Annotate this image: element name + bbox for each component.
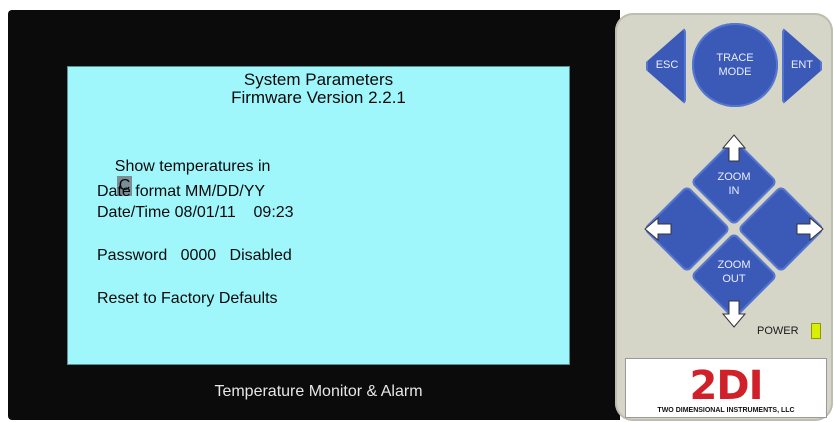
zoom-in-label-line2: IN [728, 185, 740, 197]
logo-mark: 2DI [689, 363, 764, 409]
temperature-unit-label: Show temperatures in [114, 158, 271, 175]
reset-defaults-row[interactable]: Reset to Factory Defaults [97, 290, 278, 308]
power-label: POWER [757, 325, 799, 337]
zoom-out-label-line2: OUT [722, 273, 746, 285]
zoom-out-label-line1: ZOOM [717, 259, 751, 271]
brand-logo: 2DI TWO DIMENSIONAL INSTRUMENTS, LLC [625, 358, 827, 418]
keypad-panel: ESC TRACE MODE ENT ZOOM IN ZOOM OUT POWE… [615, 13, 833, 421]
lcd-screen: System Parameters Firmware Version 2.2.1… [67, 66, 570, 365]
logo-company-name: TWO DIMENSIONAL INSTRUMENTS, LLC [657, 407, 795, 414]
down-arrow-icon [721, 300, 747, 328]
firmware-version: Firmware Version 2.2.1 [231, 88, 406, 107]
up-arrow-icon [721, 134, 747, 162]
power-led-icon [811, 323, 821, 339]
date-format-row[interactable]: Date format MM/DD/YY [97, 183, 265, 201]
left-arrow-icon [644, 216, 672, 242]
date-time-row[interactable]: Date/Time 08/01/11 09:23 [97, 204, 294, 222]
password-row[interactable]: Password 0000 Disabled [97, 247, 292, 265]
zoom-in-label-line1: ZOOM [717, 171, 751, 183]
right-arrow-icon [796, 216, 824, 242]
temperature-unit-row[interactable]: Show temperatures in C [97, 140, 270, 214]
screen-title: System Parameters [243, 70, 394, 89]
device-caption: Temperature Monitor & Alarm [214, 383, 423, 400]
